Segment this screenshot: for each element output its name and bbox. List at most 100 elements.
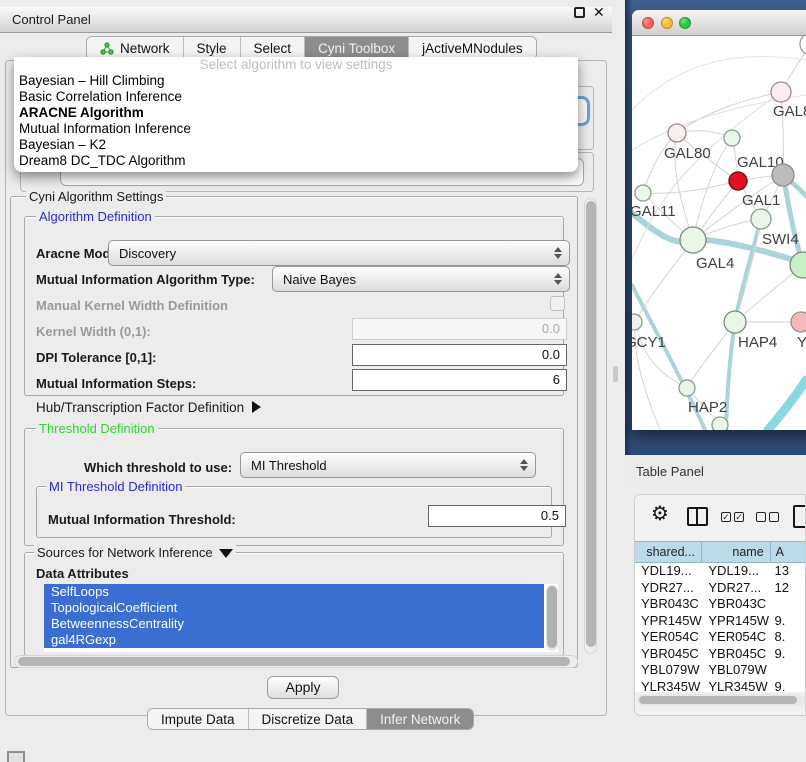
mac-minimize-button[interactable] <box>661 17 673 29</box>
network-node-label: HAP4 <box>738 334 777 351</box>
network-node-label: GAL11 <box>632 203 676 220</box>
algorithm-dropdown-item[interactable]: Dream8 DC_TDC Algorithm <box>14 153 578 169</box>
algorithm-dropdown-item[interactable]: ARACNE Algorithm <box>14 105 578 121</box>
mi-algorithm-type-combo[interactable]: Naive Bayes <box>272 266 570 292</box>
app-root: Control Panel ✕ Network Style Select Cyn… <box>0 0 806 762</box>
mi-steps-label: Mutual Information Steps: <box>36 376 196 391</box>
table-panel-title: Table Panel <box>636 464 704 479</box>
algorithm-dropdown-list: Bayesian – Hill Climbing Basic Correlati… <box>14 73 578 169</box>
network-node[interactable] <box>724 130 740 146</box>
deselect-all-columns-icon[interactable] <box>756 512 779 522</box>
network-node-label: Y <box>797 334 806 351</box>
combo-spinner-icon <box>519 459 528 471</box>
tab-discretize-data[interactable]: Discretize Data <box>249 709 368 729</box>
tab-style[interactable]: Style <box>184 37 241 59</box>
manual-kernel-width-checkbox[interactable] <box>550 296 565 311</box>
tab-jactivemnodules[interactable]: jActiveMNodules <box>409 37 536 59</box>
tab-impute-data[interactable]: Impute Data <box>148 709 249 729</box>
algorithm-dropdown-item[interactable]: Bayesian – Hill Climbing <box>14 73 578 89</box>
select-all-columns-icon[interactable]: ✓ ✓ <box>721 512 744 522</box>
table-row[interactable]: YBR045C YBR045C 9. <box>635 646 806 663</box>
mac-zoom-button[interactable] <box>679 17 691 29</box>
table-row[interactable]: YBL079W YBL079W <box>635 662 806 679</box>
split-columns-icon[interactable] <box>687 507 708 526</box>
attribute-list-item[interactable]: TopologicalCoefficient <box>44 600 544 616</box>
network-edge[interactable] <box>768 380 806 430</box>
network-node[interactable] <box>635 185 651 201</box>
dpi-tolerance-label: DPI Tolerance [0,1]: <box>36 350 156 365</box>
data-attributes-label: Data Attributes <box>36 566 129 581</box>
gear-icon[interactable]: ⚙ <box>651 504 669 524</box>
table-row[interactable]: YLR345W YLR345W 9. <box>635 679 806 693</box>
network-node[interactable] <box>680 227 706 253</box>
table-row[interactable]: YER054C YER054C 8. <box>635 629 806 646</box>
column-header-shared-name[interactable]: shared... <box>635 542 702 562</box>
network-window-titlebar[interactable] <box>632 10 806 36</box>
network-node[interactable] <box>751 209 771 229</box>
network-node[interactable] <box>800 36 806 55</box>
column-header-name[interactable]: name <box>702 542 771 562</box>
network-node-label: HAP2 <box>688 399 727 416</box>
network-view-window[interactable]: GAL8GAL80GAL10GAL1GAL11GAL4SWI4GCY1HAP4Y… <box>632 10 806 430</box>
network-edge[interactable] <box>643 181 738 193</box>
algorithm-dropdown-item[interactable]: Mutual Information Inference <box>14 121 578 137</box>
network-node-label: GAL4 <box>696 255 734 272</box>
which-threshold-combo[interactable]: MI Threshold <box>240 452 536 478</box>
tab-cyni-toolbox[interactable]: Cyni Toolbox <box>305 37 409 59</box>
network-node[interactable] <box>724 311 746 333</box>
algorithm-dropdown-placeholder: Select algorithm to view settings <box>14 57 578 73</box>
mi-steps-field[interactable]: 6 <box>352 369 567 391</box>
network-node[interactable] <box>632 314 642 330</box>
table-header-row: shared... name A <box>635 541 806 563</box>
table-toolbar: ⚙ ✓ ✓ <box>635 495 806 539</box>
hub-definition-expander[interactable]: Hub/Transcription Factor Definition <box>36 400 261 415</box>
network-node[interactable] <box>772 164 794 186</box>
mi-threshold-field[interactable]: 0.5 <box>428 505 566 527</box>
mi-threshold-group-title: MI Threshold Definition <box>46 479 185 494</box>
algorithm-dropdown-item[interactable]: Bayesian – K2 <box>14 137 578 153</box>
column-header-partial[interactable]: A <box>771 542 806 562</box>
dpi-tolerance-field[interactable]: 0.0 <box>352 344 567 366</box>
attribute-list-item[interactable]: gal4RGexp <box>44 632 544 648</box>
table-row[interactable]: YDR27... YDR27... 12 <box>635 580 806 597</box>
attribute-list-item[interactable]: BetweennessCentrality <box>44 616 544 632</box>
tab-select[interactable]: Select <box>241 37 306 59</box>
control-panel-titlebar: Control Panel <box>0 7 612 33</box>
network-edge[interactable] <box>677 92 781 133</box>
network-edge[interactable] <box>643 133 677 193</box>
network-node[interactable] <box>679 380 695 396</box>
table-row[interactable]: YDL19... YDL19... 13 <box>635 563 806 580</box>
table-row[interactable]: YBR043C YBR043C <box>635 596 806 613</box>
algorithm-dropdown-item[interactable]: Basic Correlation Inference <box>14 89 578 105</box>
apply-button[interactable]: Apply <box>267 676 339 699</box>
network-node[interactable] <box>771 82 791 102</box>
data-attributes-list[interactable]: SelfLoops TopologicalCoefficient Between… <box>44 584 558 652</box>
settings-horizontal-scrollbar[interactable] <box>14 655 578 668</box>
network-node[interactable] <box>791 312 806 332</box>
combo-spinner-icon <box>553 247 562 259</box>
network-node[interactable] <box>712 417 728 430</box>
network-node[interactable] <box>668 124 686 142</box>
network-canvas[interactable]: GAL8GAL80GAL10GAL1GAL11GAL4SWI4GCY1HAP4Y… <box>632 36 806 430</box>
tab-network[interactable]: Network <box>87 37 184 59</box>
kernel-width-field[interactable]: 0.0 <box>352 318 567 340</box>
split-pane-grip[interactable] <box>613 366 618 382</box>
cyni-bottom-tabs: Impute Data Discretize Data Infer Networ… <box>147 708 474 730</box>
sources-group-title[interactable]: Sources for Network Inference <box>34 545 236 560</box>
close-icon[interactable]: ✕ <box>593 4 605 21</box>
settings-vertical-scrollbar[interactable] <box>584 198 597 654</box>
network-node-label: GAL8 <box>773 103 806 120</box>
minimized-panel-icon[interactable] <box>7 751 25 762</box>
table-horizontal-scrollbar[interactable] <box>637 694 805 706</box>
network-node-label: GAL80 <box>664 145 711 162</box>
aracne-mode-combo[interactable]: Discovery <box>108 240 570 266</box>
float-window-icon[interactable] <box>574 7 585 18</box>
mac-close-button[interactable] <box>642 17 654 29</box>
attribute-list-scrollbar[interactable] <box>546 585 558 651</box>
network-node[interactable] <box>729 172 747 190</box>
network-node-label: GCY1 <box>632 334 666 351</box>
table-row[interactable]: YPR145W YPR145W 9. <box>635 613 806 630</box>
attribute-list-item[interactable]: SelfLoops <box>44 584 544 600</box>
tab-infer-network[interactable]: Infer Network <box>367 709 473 729</box>
document-icon[interactable] <box>793 505 806 528</box>
